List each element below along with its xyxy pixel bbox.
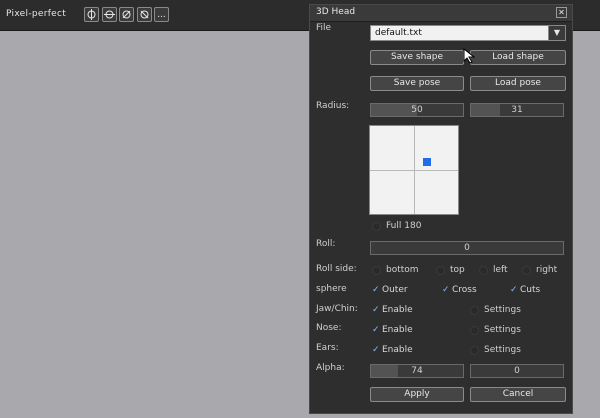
sphere-cross-label: Cross: [452, 285, 477, 295]
sphere-label: sphere: [316, 284, 347, 294]
sphere-outer-checkbox[interactable]: ✓ Outer: [372, 285, 408, 295]
file-select[interactable]: default.txt ▼: [370, 25, 566, 41]
apply-button[interactable]: Apply: [370, 387, 464, 402]
check-icon: ✓: [442, 285, 450, 295]
jaw-chin-label: Jaw/Chin:: [316, 304, 358, 314]
roll-side-top-radio[interactable]: [436, 266, 445, 275]
more-button[interactable]: ...: [154, 7, 169, 22]
roll-side-top-label: top: [450, 265, 465, 275]
alpha-slider-a-fill: [371, 365, 398, 377]
jaw-enable-checkbox[interactable]: ✓ Enable: [372, 305, 413, 315]
roll-side-right-radio[interactable]: [522, 266, 531, 275]
check-icon: ✓: [510, 285, 518, 295]
head-pose-preview[interactable]: [369, 125, 459, 215]
close-icon[interactable]: ✕: [556, 7, 567, 18]
check-icon: ✓: [372, 305, 380, 315]
roll-side-left-label: left: [493, 265, 508, 275]
ears-enable-label: Enable: [382, 345, 413, 355]
preview-v-axis: [414, 126, 415, 214]
pose-handle[interactable]: [423, 158, 431, 166]
radius-slider-b-fill: [471, 104, 500, 116]
alpha-slider-b[interactable]: 0: [470, 364, 564, 378]
ears-settings-toggle[interactable]: [470, 346, 479, 355]
save-pose-button[interactable]: Save pose: [370, 76, 464, 91]
outline-icon[interactable]: [84, 7, 99, 22]
jaw-enable-label: Enable: [382, 305, 413, 315]
dialog-title-bar[interactable]: 3D Head ✕: [310, 5, 572, 22]
nose-enable-checkbox[interactable]: ✓ Enable: [372, 325, 413, 335]
ears-label: Ears:: [316, 343, 339, 353]
check-icon: ✓: [372, 285, 380, 295]
file-label: File: [316, 23, 332, 33]
radius-slider-a[interactable]: 50: [370, 103, 464, 117]
sphere-cross-checkbox[interactable]: ✓ Cross: [442, 285, 477, 295]
check-icon: ✓: [372, 345, 380, 355]
full-180-label: Full 180: [386, 221, 422, 231]
cancel-button[interactable]: Cancel: [470, 387, 566, 402]
roll-side-label: Roll side:: [316, 264, 357, 274]
ears-settings-label: Settings: [484, 345, 521, 355]
alpha-a-value: 74: [411, 366, 423, 376]
check-icon: ✓: [372, 325, 380, 335]
roll-side-right-label: right: [536, 265, 558, 275]
crosshair-icon[interactable]: [102, 7, 117, 22]
roll-value: 0: [464, 243, 470, 253]
radius-slider-b[interactable]: 31: [470, 103, 564, 117]
radius-b-value: 31: [511, 105, 523, 115]
roll-side-left-radio[interactable]: [479, 266, 488, 275]
roll-side-bottom-radio[interactable]: [372, 266, 381, 275]
load-shape-button[interactable]: Load shape: [470, 50, 566, 65]
mouse-pointer-icon: [463, 48, 476, 64]
alpha-slider-a[interactable]: 74: [370, 364, 464, 378]
sphere-outer-label: Outer: [382, 285, 408, 295]
chevron-down-icon[interactable]: ▼: [548, 26, 565, 40]
radius-a-value: 50: [411, 105, 423, 115]
dialog-title: 3D Head: [316, 7, 356, 17]
nose-enable-label: Enable: [382, 325, 413, 335]
nose-settings-label: Settings: [484, 325, 521, 335]
load-pose-button[interactable]: Load pose: [470, 76, 566, 91]
nose-label: Nose:: [316, 323, 342, 333]
sphere-cuts-checkbox[interactable]: ✓ Cuts: [510, 285, 540, 295]
alpha-b-value: 0: [514, 366, 520, 376]
roll-label: Roll:: [316, 239, 336, 249]
full-180-checkbox[interactable]: [372, 222, 381, 231]
blocked-icon[interactable]: [137, 7, 152, 22]
file-select-value: default.txt: [375, 28, 422, 38]
jaw-settings-toggle[interactable]: [470, 306, 479, 315]
sphere-cuts-label: Cuts: [520, 285, 541, 295]
alpha-label: Alpha:: [316, 363, 345, 373]
radius-label: Radius:: [316, 101, 350, 111]
no-symbol-icon[interactable]: [119, 7, 134, 22]
roll-slider[interactable]: 0: [370, 241, 564, 255]
jaw-settings-label: Settings: [484, 305, 521, 315]
ears-enable-checkbox[interactable]: ✓ Enable: [372, 345, 413, 355]
pixel-perfect-label: Pixel-perfect: [6, 9, 67, 19]
nose-settings-toggle[interactable]: [470, 326, 479, 335]
roll-side-bottom-label: bottom: [386, 265, 419, 275]
save-shape-button[interactable]: Save shape: [370, 50, 464, 65]
